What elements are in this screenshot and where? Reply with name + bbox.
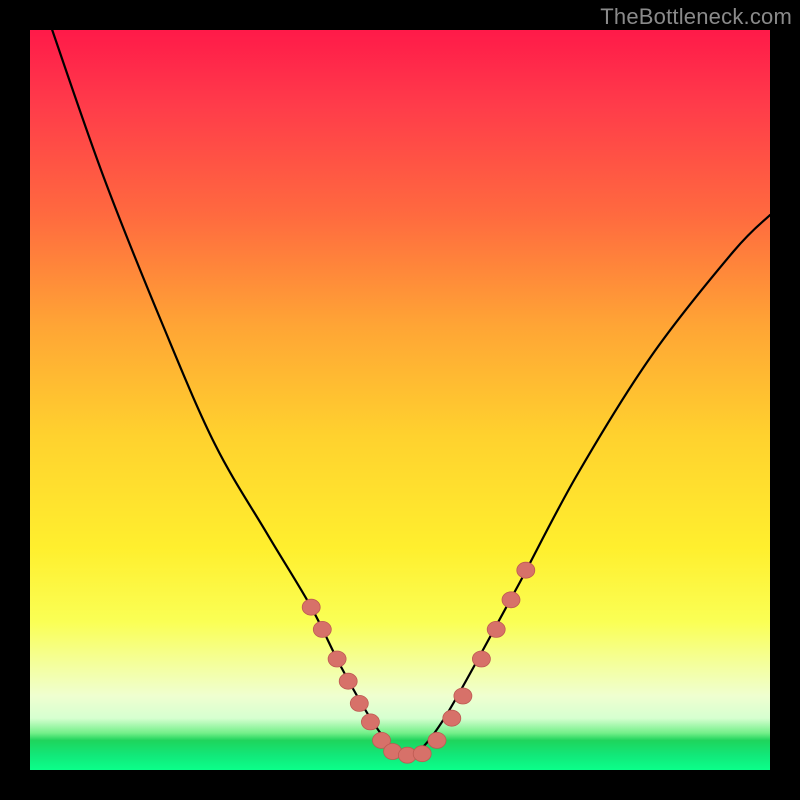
curve-marker xyxy=(339,673,357,689)
curve-layer xyxy=(30,30,770,770)
curve-marker xyxy=(428,732,446,748)
curve-marker xyxy=(472,651,490,667)
curve-marker xyxy=(328,651,346,667)
curve-marker xyxy=(302,599,320,615)
bottleneck-curve xyxy=(52,30,770,755)
curve-marker xyxy=(502,592,520,608)
curve-marker xyxy=(443,710,461,726)
plot-area xyxy=(30,30,770,770)
curve-marker xyxy=(454,688,472,704)
curve-marker xyxy=(413,746,431,762)
curve-marker xyxy=(517,562,535,578)
marker-group xyxy=(302,562,535,763)
curve-marker xyxy=(350,695,368,711)
chart-frame: TheBottleneck.com xyxy=(0,0,800,800)
curve-marker xyxy=(361,714,379,730)
watermark-text: TheBottleneck.com xyxy=(600,4,792,30)
curve-marker xyxy=(313,621,331,637)
curve-marker xyxy=(487,621,505,637)
